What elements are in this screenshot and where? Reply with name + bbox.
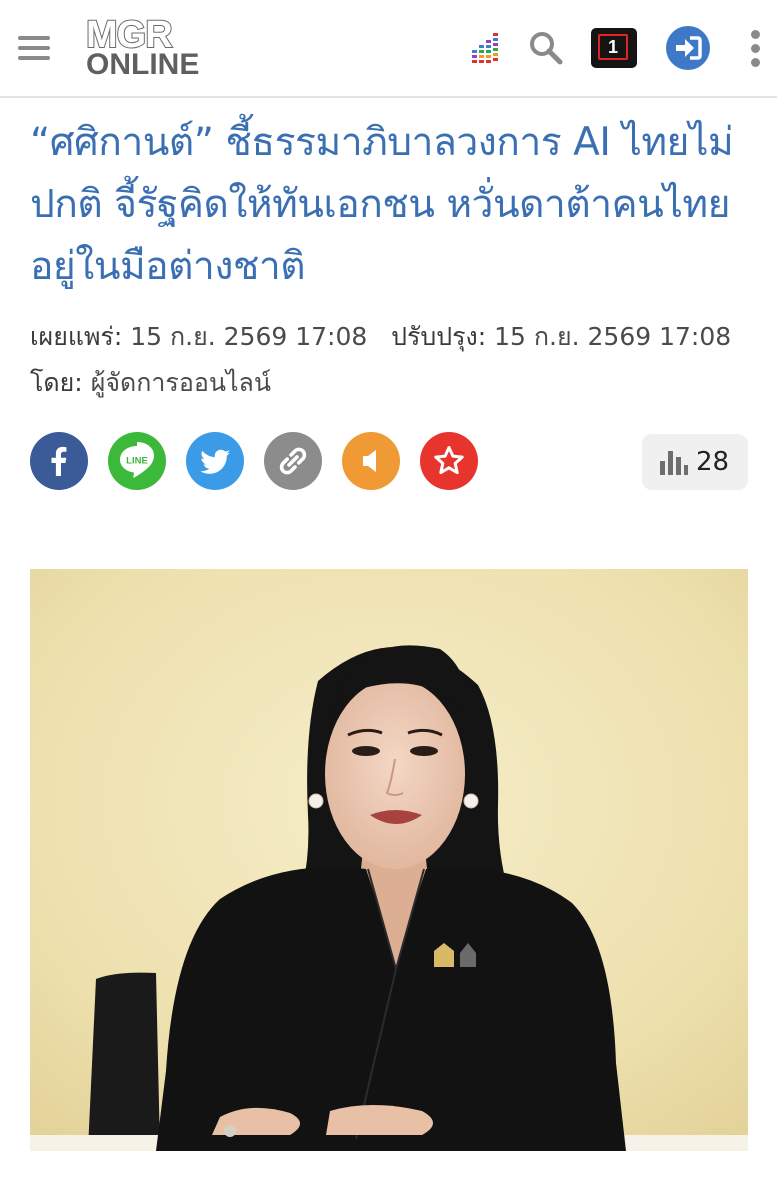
link-icon bbox=[279, 447, 307, 475]
bar-chart-icon bbox=[660, 451, 688, 475]
line-icon: LINE bbox=[120, 442, 154, 478]
copy-link-button[interactable] bbox=[264, 432, 322, 490]
published-date: 15 ก.ย. 2569 17:08 bbox=[130, 322, 368, 351]
facebook-icon bbox=[51, 446, 67, 476]
star-icon bbox=[434, 446, 464, 475]
article-meta: เผยแพร่: 15 ก.ย. 2569 17:08 ปรับปรุง: 15… bbox=[30, 314, 755, 406]
twitter-icon bbox=[200, 449, 230, 474]
line-share-button[interactable]: LINE bbox=[108, 432, 166, 490]
menu-icon[interactable] bbox=[18, 36, 50, 62]
more-vertical-icon[interactable] bbox=[748, 30, 762, 70]
site-logo[interactable]: MGR ONLINE bbox=[85, 14, 216, 81]
logo-line1: MGR bbox=[85, 14, 174, 56]
speaker-portrait-image bbox=[30, 569, 748, 1151]
favorite-button[interactable] bbox=[420, 432, 478, 490]
login-icon[interactable] bbox=[666, 26, 710, 70]
updated-label: ปรับปรุง: bbox=[391, 322, 487, 351]
site-header: MGR ONLINE 1 bbox=[0, 0, 777, 98]
author-name: ผู้จัดการออนไลน์ bbox=[90, 368, 271, 397]
channel-one-label: 1 bbox=[598, 34, 628, 60]
facebook-share-button[interactable] bbox=[30, 432, 88, 490]
article-title: “ศศิกานต์” ชี้ธรรมาภิบาลวงการ AI ไทยไม่ป… bbox=[30, 120, 734, 289]
speaker-icon bbox=[363, 450, 376, 472]
channel-one-badge[interactable]: 1 bbox=[591, 28, 637, 68]
line-label: LINE bbox=[126, 456, 148, 467]
view-count-badge: 28 bbox=[642, 434, 748, 490]
updated-date: 15 ก.ย. 2569 17:08 bbox=[494, 322, 732, 351]
equalizer-icon[interactable] bbox=[472, 30, 504, 66]
logo-line2: ONLINE bbox=[86, 48, 200, 81]
article-photo[interactable] bbox=[30, 569, 748, 1151]
published-label: เผยแพร่: bbox=[30, 322, 123, 351]
view-count: 28 bbox=[696, 447, 730, 477]
listen-button[interactable] bbox=[342, 432, 400, 490]
twitter-share-button[interactable] bbox=[186, 432, 244, 490]
author-label: โดย: bbox=[30, 368, 83, 397]
search-icon[interactable] bbox=[528, 30, 564, 66]
